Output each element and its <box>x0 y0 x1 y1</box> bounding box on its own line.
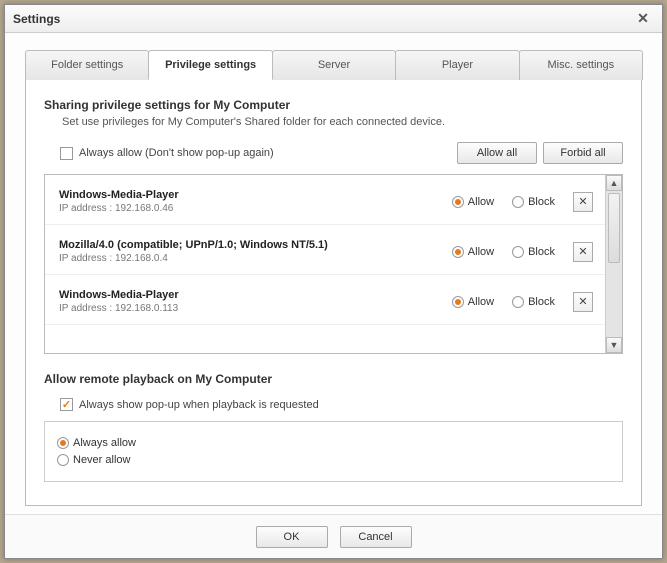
device-remove-button[interactable]: ✕ <box>573 242 593 262</box>
device-list-inner: Windows-Media-Player IP address : 192.16… <box>45 175 605 353</box>
dialog-footer: OK Cancel <box>5 514 662 558</box>
device-ip: IP address : 192.168.0.46 <box>59 203 442 214</box>
device-name: Windows-Media-Player <box>59 289 442 301</box>
scroll-down-icon[interactable]: ▼ <box>606 337 622 353</box>
radio-icon <box>512 196 524 208</box>
radio-icon <box>512 246 524 258</box>
block-label: Block <box>528 246 555 258</box>
scroll-up-icon[interactable]: ▲ <box>606 175 622 191</box>
radio-icon <box>512 296 524 308</box>
device-block-radio[interactable]: Block <box>512 296 555 308</box>
always-allow-checkbox[interactable]: Always allow (Don't show pop-up again) <box>60 147 274 160</box>
ok-button[interactable]: OK <box>256 526 328 548</box>
radio-icon <box>452 246 464 258</box>
close-icon[interactable]: ✕ <box>632 10 654 28</box>
tab-privilege-settings[interactable]: Privilege settings <box>148 50 272 80</box>
scroll-thumb[interactable] <box>608 193 620 263</box>
forbid-all-button[interactable]: Forbid all <box>543 142 623 164</box>
tab-server[interactable]: Server <box>272 50 396 80</box>
privilege-panel: Sharing privilege settings for My Comput… <box>25 80 642 506</box>
remote-always-label: Always allow <box>73 437 136 449</box>
device-name: Mozilla/4.0 (compatible; UPnP/1.0; Windo… <box>59 239 442 251</box>
allow-label: Allow <box>468 246 494 258</box>
device-allow-radio[interactable]: Allow <box>452 246 494 258</box>
checkbox-icon <box>60 398 73 411</box>
device-allow-radio[interactable]: Allow <box>452 296 494 308</box>
titlebar: Settings ✕ <box>5 5 662 33</box>
block-label: Block <box>528 296 555 308</box>
radio-icon <box>452 296 464 308</box>
device-block-radio[interactable]: Block <box>512 246 555 258</box>
cancel-button[interactable]: Cancel <box>340 526 412 548</box>
allow-label: Allow <box>468 296 494 308</box>
device-name: Windows-Media-Player <box>59 189 442 201</box>
radio-icon <box>57 437 69 449</box>
remote-always-radio[interactable]: Always allow <box>57 437 610 449</box>
block-label: Block <box>528 196 555 208</box>
sharing-title: Sharing privilege settings for My Comput… <box>44 98 623 112</box>
tab-bar: Folder settings Privilege settings Serve… <box>25 49 642 80</box>
device-remove-button[interactable]: ✕ <box>573 192 593 212</box>
tab-misc-settings[interactable]: Misc. settings <box>519 50 643 80</box>
scrollbar[interactable]: ▲ ▼ <box>605 175 622 353</box>
device-remove-button[interactable]: ✕ <box>573 292 593 312</box>
remote-popup-label: Always show pop-up when playback is requ… <box>79 399 319 411</box>
device-row: Mozilla/4.0 (compatible; UPnP/1.0; Windo… <box>45 225 605 275</box>
remote-options-box: Always allow Never allow <box>44 421 623 482</box>
tab-player[interactable]: Player <box>395 50 519 80</box>
radio-icon <box>452 196 464 208</box>
allow-all-button[interactable]: Allow all <box>457 142 537 164</box>
always-allow-label: Always allow (Don't show pop-up again) <box>79 147 274 159</box>
device-list: Windows-Media-Player IP address : 192.16… <box>44 174 623 354</box>
sharing-top-row: Always allow (Don't show pop-up again) A… <box>44 142 623 164</box>
dialog-content: Folder settings Privilege settings Serve… <box>5 33 662 514</box>
device-row: Windows-Media-Player IP address : 192.16… <box>45 175 605 225</box>
device-block-radio[interactable]: Block <box>512 196 555 208</box>
device-allow-radio[interactable]: Allow <box>452 196 494 208</box>
checkbox-icon <box>60 147 73 160</box>
sharing-desc: Set use privileges for My Computer's Sha… <box>62 116 623 128</box>
scroll-track[interactable] <box>606 191 622 337</box>
remote-popup-checkbox[interactable]: Always show pop-up when playback is requ… <box>60 398 623 411</box>
remote-never-label: Never allow <box>73 454 130 466</box>
device-ip: IP address : 192.168.0.113 <box>59 303 442 314</box>
tab-folder-settings[interactable]: Folder settings <box>25 50 149 80</box>
allow-label: Allow <box>468 196 494 208</box>
device-row: Windows-Media-Player IP address : 192.16… <box>45 275 605 325</box>
window-title: Settings <box>13 12 60 26</box>
remote-never-radio[interactable]: Never allow <box>57 454 610 466</box>
remote-title: Allow remote playback on My Computer <box>44 372 623 386</box>
settings-dialog: Settings ✕ Folder settings Privilege set… <box>4 4 663 559</box>
radio-icon <box>57 454 69 466</box>
device-ip: IP address : 192.168.0.4 <box>59 253 442 264</box>
